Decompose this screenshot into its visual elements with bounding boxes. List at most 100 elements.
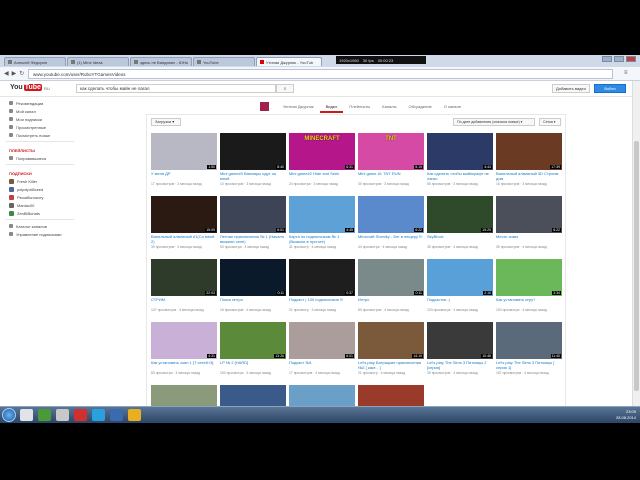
signin-button[interactable]: Войти (594, 84, 626, 93)
video-title[interactable]: Let's play The Sims 3 Питомцы [ серия 1] (496, 361, 562, 371)
video-thumbnail[interactable]: 4:45 (289, 196, 355, 233)
upload-button[interactable]: Добавить видео (552, 84, 590, 93)
browser-tab[interactable]: YouTube (193, 57, 255, 66)
video-thumbnail[interactable]: 6:22 (496, 196, 562, 233)
sidebar-item[interactable]: Рекомендации (0, 99, 80, 107)
video-card[interactable]: 13:26 LP № 2 [HARD] 153 просмотра · 4 меся… (220, 322, 286, 382)
video-thumbnail[interactable]: 13:26 (220, 322, 286, 359)
video-card[interactable]: 10:46 Let's play The Sims 3 Питомцы 2 [се… (427, 322, 493, 382)
forward-icon[interactable]: ▶ (12, 70, 17, 77)
sidebar-playlist-item[interactable]: Понравившиеся (0, 154, 80, 162)
video-title[interactable]: Подкастик :) (427, 298, 493, 308)
folder-icon[interactable] (110, 409, 123, 421)
video-card[interactable]: 0:37 Подкаст | 100 подписчиков !!! 21 прос… (289, 259, 355, 319)
video-title[interactable]: Как установить игру? (496, 298, 562, 308)
video-thumbnail[interactable]: 10:46 (427, 322, 493, 359)
video-title[interactable]: Месть зомы (496, 235, 562, 245)
video-card[interactable]: 2:10 Подкастик :) 103 просмотра · 4 месяца… (427, 259, 493, 319)
channel-tab[interactable]: Видео (319, 100, 344, 113)
video-card[interactable]: 4:31 Как установить скин 1 [Т сетей:/3] 83… (151, 322, 217, 382)
video-title[interactable]: Интро (358, 298, 424, 308)
video-title[interactable]: СТРИМ (151, 298, 217, 308)
video-thumbnail[interactable]: 0:11 (220, 259, 286, 296)
video-title[interactable]: Летние приключения № 1 (Начало выжили се… (220, 235, 286, 245)
sidebar-subscription-item[interactable]: ZenBiBonats (0, 209, 80, 217)
video-card[interactable]: 6:22 Месть зомы 39 просмотров · 4 месяца н… (496, 196, 562, 256)
video-thumbnail[interactable]: 3:34 (496, 259, 562, 296)
video-card[interactable]: 6:01 Летние приключения № 1 (Начало выжил… (220, 196, 286, 256)
channel-tab[interactable]: О канале (438, 100, 467, 113)
video-title[interactable]: Подкаст №1 (289, 361, 355, 371)
browser-tab[interactable]: Утиная Джурник - YouTub (256, 57, 322, 66)
video-title[interactable]: У меня ДР (151, 172, 217, 182)
chrome-icon[interactable] (128, 409, 141, 421)
video-card[interactable]: 4:44 Как сделать чтобы майнкрафт не лагал… (427, 133, 493, 193)
video-title[interactable] (289, 424, 355, 434)
video-card[interactable]: 19:29 SkyBlock 35 просмотров · 4 месяца на… (427, 196, 493, 256)
video-title[interactable]: Let's play The Sims 3 Питомцы 2 [серия] (427, 361, 493, 371)
channel-tab[interactable]: Уютная Джурник (277, 100, 320, 113)
video-thumbnail[interactable]: 14:10 (358, 322, 424, 359)
sidebar-subscription-item[interactable]: Maniac00 (0, 201, 80, 209)
video-card[interactable]: 22:03 СТРИМ 107 просмотров · 4 месяца наза… (151, 259, 217, 319)
video-card[interactable]: 14:10 Let's play Батрацкие приключения №2… (358, 322, 424, 382)
video-card[interactable]: 8:40 Mini game#3 Вампиры идут за мной 10 п… (220, 133, 286, 193)
video-thumbnail[interactable]: TNT 5:19 (358, 133, 424, 170)
sidebar-item[interactable]: Мои подписки (0, 115, 80, 123)
media-icon[interactable] (56, 409, 69, 421)
video-title[interactable]: Подкаст | 100 подписчиков !!! (289, 298, 355, 308)
vertical-scrollbar[interactable] (632, 81, 640, 407)
minecraft-icon[interactable] (38, 409, 51, 421)
video-thumbnail[interactable]: 0:11 (358, 259, 424, 296)
video-card[interactable]: 6:22 Minecraft Sheniky - Бег в пещеру !!!… (358, 196, 424, 256)
sidebar-subscription-item[interactable]: Рюоябьнокогу (0, 193, 80, 201)
sidebar-footer-item[interactable]: Управление подписками (0, 230, 80, 238)
video-thumbnail[interactable]: 22:03 (151, 259, 217, 296)
skype-icon[interactable] (92, 409, 105, 421)
video-title[interactable]: Mini game#3 Вампиры идут за мной (220, 172, 286, 182)
browser-tab[interactable]: Алексей Федорин (4, 57, 66, 66)
video-title[interactable]: Mini game #1 TNT RUN (358, 172, 424, 182)
browser-tab[interactable]: здесь не Ванданих - ЮНи (130, 57, 192, 66)
sidebar-item[interactable]: Просмотренные (0, 123, 80, 131)
video-title[interactable]: Как установить скин 1 [Т сетей:/3] (151, 361, 217, 371)
video-card[interactable]: 4:45 Карта по подписчикам № 1 (Выжили в п… (289, 196, 355, 256)
video-card[interactable]: 17:39 Ванильный алмазный 3D Строим дом 16 … (496, 133, 562, 193)
language-badge[interactable]: RU (44, 86, 50, 91)
video-thumbnail[interactable]: 8:40 (220, 133, 286, 170)
maximize-button[interactable] (614, 56, 624, 62)
video-card[interactable]: 11:40 Let's play The Sims 3 Питомцы [ сер… (496, 322, 562, 382)
video-card[interactable]: MINECRAFT 6:31 Mini game#2 Hide and Seek 24… (289, 133, 355, 193)
sidebar-item[interactable]: Посмотреть позже (0, 131, 80, 139)
close-button[interactable] (626, 56, 636, 62)
browser-tab[interactable]: (1) Mine Ideas (67, 57, 129, 66)
video-thumbnail[interactable]: 2:10 (427, 259, 493, 296)
video-title[interactable]: Let's play Батрацкие приключения №2 [ ка… (358, 361, 424, 371)
uploads-dropdown[interactable]: Загрузки ▾ (151, 118, 181, 126)
video-card[interactable]: 6:01 Подкаст №1 17 просмотров · 4 месяца н… (289, 322, 355, 382)
video-card[interactable]: 1:50 У меня ДР 17 просмотров · 3 месяца на… (151, 133, 217, 193)
url-field[interactable]: www.youtube.com/user/RoboYTGamesVideos (28, 69, 613, 79)
video-thumbnail[interactable]: 11:40 (496, 322, 562, 359)
video-thumbnail[interactable]: 6:01 (289, 322, 355, 359)
video-thumbnail[interactable]: MINECRAFT 6:31 (289, 133, 355, 170)
sort-dropdown[interactable]: По дате добавления (сначала новые) ▾ (453, 118, 535, 126)
channel-avatar[interactable] (260, 102, 269, 111)
video-title[interactable]: SkyBlock (427, 235, 493, 245)
video-card[interactable]: 0:11 Интро 80 просмотров · 4 месяца назад (358, 259, 424, 319)
scrollbar-thumb[interactable] (634, 141, 639, 391)
video-title[interactable]: LP № 2 [HARD] (220, 361, 286, 371)
youtube-logo[interactable]: You Tube (10, 84, 42, 91)
video-title[interactable]: Minecraft Sheniky - Бег в пещеру !!! (358, 235, 424, 245)
sidebar-item[interactable]: Мой канал (0, 107, 80, 115)
back-icon[interactable]: ◀ (4, 70, 9, 77)
channel-tab[interactable]: Плейлисты (343, 100, 376, 113)
video-title[interactable]: Mini game#2 Hide and Seek (289, 172, 355, 182)
video-title[interactable] (358, 424, 424, 434)
video-thumbnail[interactable]: 19:29 (427, 196, 493, 233)
start-button[interactable] (2, 408, 16, 422)
sidebar-subscription-item[interactable]: Fresh Killer (0, 177, 80, 185)
sidebar-subscription-item[interactable]: pxlpxlpxl8ceed (0, 185, 80, 193)
video-title[interactable]: Карта по подписчикам № 1 (Выжили в пусто… (289, 235, 355, 245)
view-dropdown[interactable]: Сетка ▾ (539, 118, 561, 126)
